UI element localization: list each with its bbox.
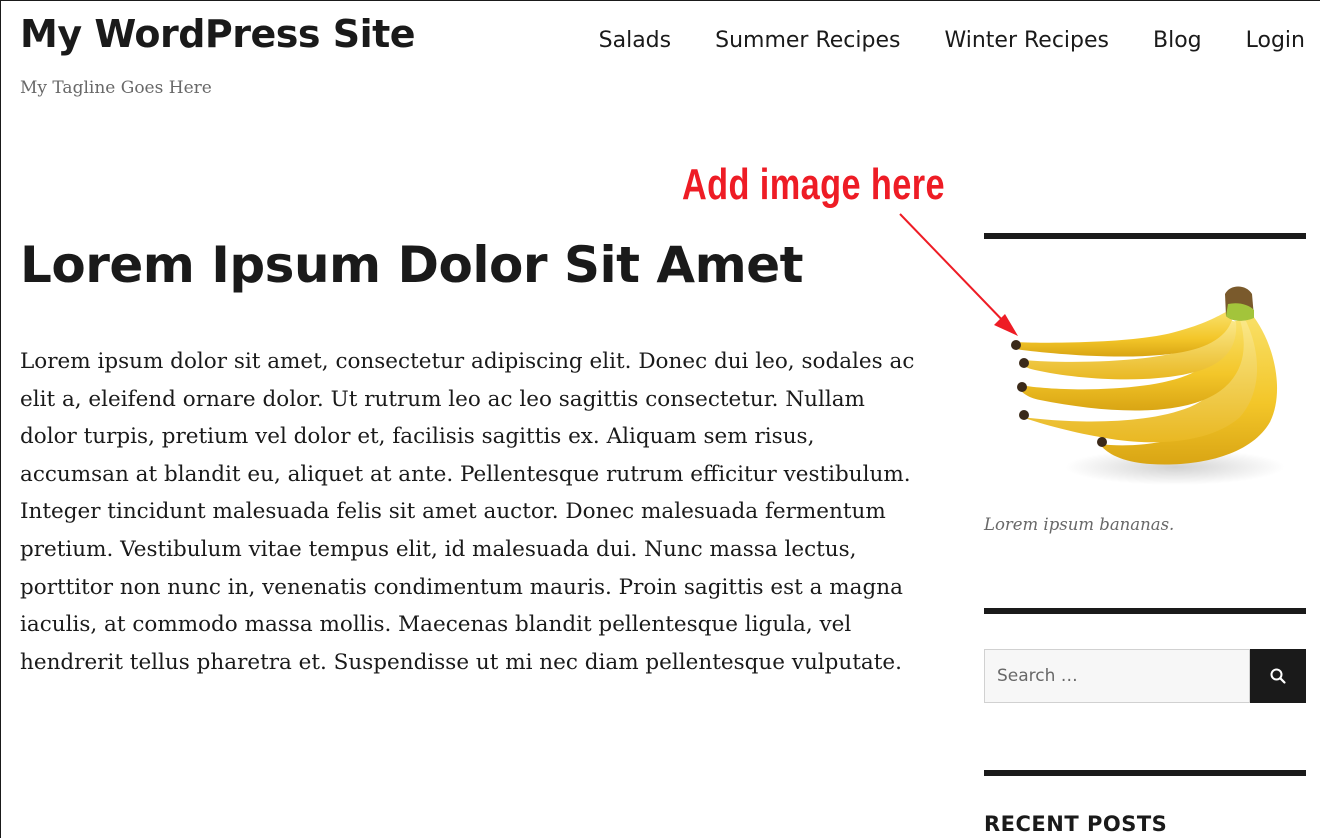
post-title[interactable]: Lorem Ipsum Dolor Sit Amet: [20, 236, 804, 294]
search-input[interactable]: [984, 649, 1250, 703]
image-caption: Lorem ipsum bananas.: [984, 515, 1175, 534]
search-icon: [1270, 668, 1286, 684]
post-body: Lorem ipsum dolor sit amet, consectetur …: [20, 349, 915, 675]
recent-posts-title: RECENT POSTS: [984, 812, 1168, 836]
widget-divider: [984, 770, 1306, 776]
widget-divider: [984, 608, 1306, 614]
search-button[interactable]: [1250, 649, 1306, 703]
banana-bunch-image: [1011, 286, 1285, 485]
widget-divider: [984, 233, 1306, 239]
